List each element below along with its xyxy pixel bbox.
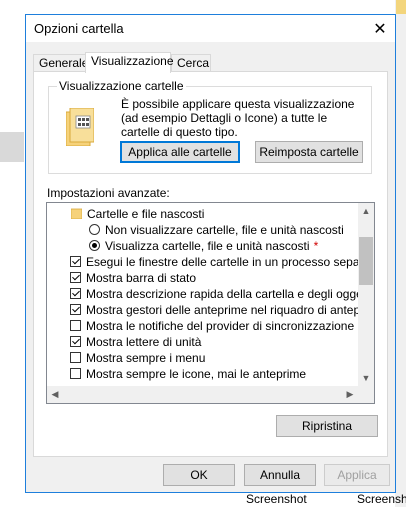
folder-icon: [396, 0, 406, 14]
chevron-down-icon: ▼: [361, 373, 371, 383]
folder-view-group: Visualizzazione cartelle È possibile app…: [48, 79, 372, 174]
checkbox[interactable]: [70, 368, 81, 379]
group-title: Visualizzazione cartelle: [57, 79, 186, 93]
chevron-right-icon: ▶: [346, 388, 354, 399]
checkbox[interactable]: [70, 288, 81, 299]
checkbox[interactable]: [70, 272, 81, 283]
horizontal-scrollbar[interactable]: ◀ ▶: [47, 386, 358, 403]
checkbox[interactable]: [70, 352, 81, 363]
desktop-background: [0, 132, 24, 162]
apply-to-folders-button[interactable]: Applica alle cartelle: [120, 141, 240, 163]
ok-button[interactable]: OK: [163, 464, 235, 486]
close-button[interactable]: ✕: [365, 15, 395, 42]
radio-button[interactable]: [89, 240, 100, 251]
scroll-down-button[interactable]: ▼: [358, 370, 374, 386]
folder-icon: [71, 208, 82, 219]
desktop-file-label[interactable]: Screenshot: [246, 492, 307, 506]
tab-panel: Visualizzazione cartelle È possibile app…: [33, 71, 388, 457]
chevron-left-icon: ◀: [51, 388, 59, 399]
radio-button[interactable]: [89, 224, 100, 235]
desktop-file-label[interactable]: Screenshot: [357, 492, 406, 506]
chevron-up-icon: ▲: [361, 206, 371, 216]
vertical-scrollbar[interactable]: ▲ ▼: [358, 203, 374, 386]
restore-defaults-button[interactable]: Ripristina: [276, 415, 378, 437]
scrollbar-corner: [357, 386, 374, 403]
tab-cerca[interactable]: Cerca: [171, 54, 211, 72]
title-bar[interactable]: Opzioni cartella ✕: [26, 15, 395, 42]
apply-button[interactable]: Applica: [324, 464, 390, 486]
cancel-button[interactable]: Annulla: [244, 464, 316, 486]
advanced-settings-list[interactable]: Cartelle e file nascosti Non visualizzar…: [46, 202, 375, 404]
folder-views-icon: [66, 108, 94, 146]
reset-folders-button[interactable]: Reimposta cartelle: [255, 141, 363, 163]
group-description: È possibile applicare questa visualizzaz…: [121, 97, 355, 139]
advanced-settings-label: Impostazioni avanzate:: [47, 186, 170, 200]
tab-generale[interactable]: Generale: [33, 54, 88, 72]
default-marker: *: [313, 239, 319, 253]
scroll-up-button[interactable]: ▲: [358, 203, 374, 219]
scroll-left-button[interactable]: ◀: [47, 386, 63, 402]
close-icon: ✕: [373, 20, 387, 38]
checkbox[interactable]: [70, 336, 81, 347]
checkbox[interactable]: [70, 256, 81, 267]
scroll-right-button[interactable]: ▶: [342, 386, 358, 402]
tab-visualizzazione[interactable]: Visualizzazione: [85, 52, 174, 73]
checkbox[interactable]: [70, 320, 81, 331]
checkbox[interactable]: [70, 304, 81, 315]
desktop-background-right: [395, 0, 406, 507]
scrollbar-thumb[interactable]: [359, 237, 373, 285]
window-title: Opzioni cartella: [34, 21, 124, 36]
folder-options-dialog: Opzioni cartella ✕ Generale Visualizzazi…: [25, 14, 396, 493]
